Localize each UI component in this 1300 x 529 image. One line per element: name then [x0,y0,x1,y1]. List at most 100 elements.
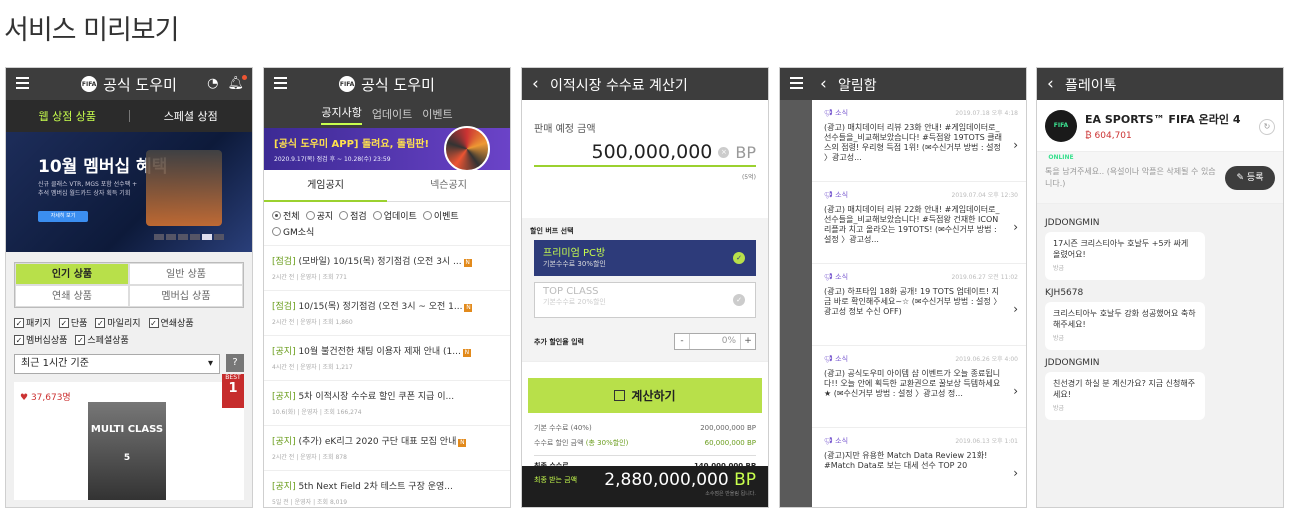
header-title: 공식 도우미 [361,75,435,94]
radio-icon [305,211,315,220]
radio-gm[interactable]: GM소식 [272,225,314,238]
check-chain[interactable]: ✓ 연쇄상품 [148,316,194,329]
chat-bubble: 크리스티아누 호날두 강화 성공했어요 축하해주세요! 방금 [1045,302,1205,350]
post-button[interactable]: ✎ 등록 [1225,165,1275,190]
checkbox-icon: ✓ [95,317,106,328]
check-single[interactable]: ✓ 단품 [58,316,87,329]
profile-name: EA SPORTS™ FIFA 온라인 4 [1085,112,1241,126]
fifa-logo-icon: FIFA [339,76,356,92]
chevron-right-icon: › [1013,302,1018,316]
header-title: 이적시장 수수료 계산기 [550,78,688,94]
radio-icon [372,211,382,220]
seg-general[interactable]: 일반 상품 [129,263,243,285]
chat-user: KJH5678 [1045,288,1084,298]
discount-stepper: - 0% + [674,333,756,350]
promo-banner[interactable]: 10월 멤버십 혜택 신규 클래스 VTR, MGS 포함 선수팩 + 추석 멤버… [6,132,252,252]
notification-item[interactable]: 📢︎ 소식 2019.07.18 오후 4:18 (광고) 매치데이터 리뷰 23화… [812,100,1026,182]
app-header: FIFA 공식 도우미 ◔ 🔔︎ [6,68,252,100]
seg-popular[interactable]: 인기 상품 [15,263,129,285]
radio-event[interactable]: 이벤트 [422,209,459,222]
back-icon[interactable]: ‹ [1047,74,1054,94]
list-item[interactable]: [공지] (추가) eK리그 2020 구단 대표 모집 안내 N 2시간 전 | … [264,426,510,471]
sale-amount-field[interactable]: 500,000,000 × BP [534,141,756,167]
sale-amount-value[interactable]: 500,000,000 [592,141,713,163]
radio-maintenance[interactable]: 점검 [339,209,367,222]
tab-game-notice[interactable]: 게임공지 [264,170,387,202]
check-package[interactable]: ✓ 패키지 [14,316,51,329]
amount-note: (5억) [741,174,756,181]
new-badge: N [458,439,467,447]
banner-subtitle: 신규 클래스 VTR, MGS 포함 선수팩 + 추석 멤버십 월드카드 상자 획… [38,181,138,197]
refresh-icon[interactable]: ↻ [1259,119,1275,135]
new-badge: N [462,349,471,357]
seg-chain[interactable]: 연쇄 상품 [15,285,129,307]
check-special[interactable]: ✓ 스페셜상품 [75,333,129,346]
notification-item[interactable]: 📢︎ 소식 2019.06.26 오후 4:00 (광고) 공식도우미 아이템 샵 … [812,346,1026,428]
buff-top-class[interactable]: TOP CLASS 기본수수료 20%할인 ✓ [534,282,756,318]
phone-playtalk: ‹ 플레이톡 FIFA ONLINE EA SPORTS™ FIFA 온라인 4… [1036,67,1284,508]
banner-card-image [146,150,222,226]
help-button[interactable]: ? [226,354,244,372]
clear-icon[interactable]: × [718,146,730,158]
tab-update[interactable]: 업데이트 [372,106,412,122]
list-item[interactable]: [공지] 5차 이적시장 수수료 할인 쿠폰 지급 이... 10.6(화) | … [264,381,510,426]
checkbox-icon: ✓ [14,317,24,328]
unit-label: BP [735,142,756,162]
tab-special-shop[interactable]: 스페셜 상점 [130,108,253,124]
check-mileage[interactable]: ✓ 마일리지 [95,316,141,329]
app-header: ‹ 이적시장 수수료 계산기 [522,68,768,100]
notification-item[interactable]: 📢︎ 소식 2019.06.27 오전 11:02 (광고) 하프타임 18화 공개… [812,264,1026,346]
chat-list: JDDONGMIN 17시즌 크리스티아누 호날두 +5카 싸게 올렸어요! 방금… [1037,204,1283,507]
radio-icon [422,211,432,220]
bell-icon[interactable]: 🔔︎ [227,75,247,91]
radio-all[interactable]: 전체 [272,209,300,222]
tab-event[interactable]: 이벤트 [422,106,452,122]
seg-membership[interactable]: 멤버십 상품 [129,285,243,307]
talk-input[interactable]: 톡을 남겨주세요.. (욕설이나 악플은 삭제될 수 있습니다.) [1045,166,1219,190]
profile-row: FIFA ONLINE EA SPORTS™ FIFA 온라인 4 ₿ 604,7… [1037,100,1283,161]
product-card[interactable]: ♥ 37,673명 BEST 1 MULTI CLASS 5 [14,374,244,500]
header-title: 플레이톡 [1065,78,1117,94]
app-header: ‹ 플레이톡 [1037,68,1283,100]
list-item[interactable]: [공지] 10월 불건전한 채팅 이용자 제재 안내 (1... N 4시간 전 |… [264,336,510,381]
roulette-banner[interactable]: [공식 도우미 APP] 돌려요, 돌림판! 2020.9.17(목) 점검 후… [264,126,510,172]
avatar: FIFA ONLINE [1045,109,1077,161]
radio-notice[interactable]: 공지 [305,209,333,222]
fifa-logo-icon: FIFA [81,76,98,92]
category-radios: 전체 공지 점검 업데이트 이벤트 GM소식 [264,202,510,246]
notification-item[interactable]: 📢︎ 소식 2019.07.04 오후 12:30 (광고) 매치데이터 리뷰 22… [812,182,1026,264]
radio-update[interactable]: 업데이트 [372,209,417,222]
back-icon[interactable]: ‹ [820,74,827,94]
compose-bar: 톡을 남겨주세요.. (욕설이나 악플은 삭제될 수 있습니다.) ✎ 등록 [1037,152,1283,204]
banner-detail-button[interactable]: 자세히 보기 [38,211,88,222]
best-badge: BEST 1 [222,374,244,408]
phone-notifications: ‹ 알림함 📢︎ 소식 2019.07.18 오후 4:18 (광고) 매치데이터 … [779,67,1027,508]
app-header: ‹ 알림함 [780,68,1026,100]
list-item[interactable]: [점검] (모바일) 10/15(목) 정기점검 (오전 3시 ... N 2시간 … [264,246,510,291]
list-item[interactable]: [공지] 5th Next Field 2차 테스트 구장 운영... 5일 전 … [264,471,510,507]
menu-icon[interactable] [790,77,803,89]
check-membership[interactable]: ✓ 멤버십상품 [14,333,67,346]
back-icon[interactable]: ‹ [532,74,539,94]
dimmed-background [780,100,812,507]
ball-icon[interactable]: ◔ [207,76,218,91]
chat-user: JDDONGMIN [1045,358,1100,368]
calculate-button[interactable]: 계산하기 [528,378,762,413]
checkbox-icon: ✓ [148,317,159,328]
list-item[interactable]: [점검] 10/15(목) 정기점검 (오전 3시 ~ 오전 1... N 2시간 … [264,291,510,336]
app-header: FIFA 공식 도우미 [264,68,510,100]
discount-input[interactable]: 0% [689,334,741,349]
banner-pager [154,234,224,240]
time-range-select[interactable]: 최근 1시간 기준 [14,354,220,374]
notification-item[interactable]: 📢︎ 소식 2019.06.13 오후 1:01 (광고)지만 유용한 Match … [812,428,1026,507]
plus-button[interactable]: + [741,334,755,349]
calculator-icon [614,390,626,401]
radio-icon [272,211,281,220]
tab-nexon-notice[interactable]: 넥슨공지 [387,170,510,202]
header-title: 공식 도우미 [103,75,177,94]
chevron-right-icon: › [1013,466,1018,480]
buff-premium-pc[interactable]: 프리미엄 PC방 기본수수료 30%할인 ✓ [534,240,756,276]
tab-web-shop[interactable]: 웹 상점 상품 [6,108,129,124]
tab-notice[interactable]: 공지사항 [321,104,362,125]
minus-button[interactable]: - [675,334,689,349]
